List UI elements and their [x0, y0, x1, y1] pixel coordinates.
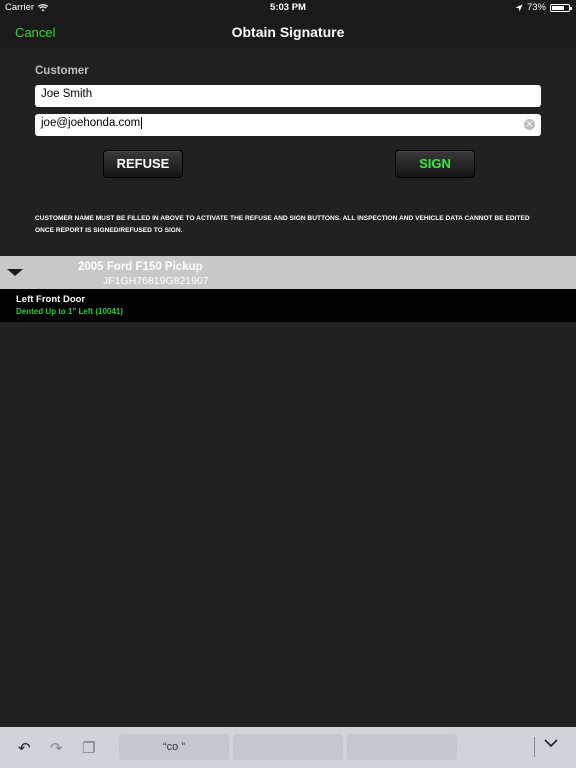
clear-text-icon[interactable]: ✕	[524, 119, 535, 130]
battery-fill	[552, 5, 564, 10]
status-right: 73%	[515, 2, 572, 13]
suggestion-3[interactable]	[347, 734, 457, 760]
status-bar: Carrier 5:03 PM 73%	[0, 0, 576, 16]
vehicle-title: 2005 Ford F150 Pickup	[78, 261, 203, 273]
undo-icon[interactable]: ↶	[18, 739, 31, 757]
damage-description: Dented Up to 1" Left (10041)	[16, 307, 123, 316]
suggestion-1[interactable]: “co ”	[119, 734, 229, 760]
redo-icon[interactable]: ↷	[50, 739, 63, 757]
dismiss-keyboard-icon[interactable]	[543, 737, 559, 749]
customer-email-field[interactable]: joe@joehonda.com ✕	[35, 114, 541, 136]
damage-list-item[interactable]: Left Front Door Dented Up to 1" Left (10…	[0, 289, 576, 322]
damage-location: Left Front Door	[16, 294, 86, 305]
clock: 5:03 PM	[270, 2, 306, 13]
signature-notice: CUSTOMER NAME MUST BE FILLED IN ABOVE TO…	[35, 215, 530, 234]
customer-email-value: joe@joehonda.com	[41, 117, 143, 129]
battery-percent: 73%	[526, 2, 546, 13]
paste-icon[interactable]: ❐	[82, 739, 95, 757]
signature-form: Customer Joe Smith joe@joehonda.com ✕ RE…	[0, 48, 576, 256]
vehicle-vin: JF1GH76819G821907	[103, 275, 209, 287]
sign-button[interactable]: SIGN	[395, 150, 475, 178]
collapse-arrow-icon[interactable]	[7, 269, 23, 276]
vehicle-section-header[interactable]: 2005 Ford F150 Pickup JF1GH76819G821907	[0, 256, 576, 289]
refuse-button[interactable]: REFUSE	[103, 150, 183, 178]
divider	[534, 737, 535, 757]
customer-name-value: Joe Smith	[41, 88, 93, 100]
keyboard-shortcut-bar: ↶ ↷ ❐ “co ”	[0, 727, 576, 768]
customer-name-field[interactable]: Joe Smith	[35, 85, 541, 107]
battery-icon	[550, 3, 572, 12]
suggestion-2[interactable]	[233, 734, 343, 760]
navigation-bar: Cancel Obtain Signature	[0, 16, 576, 48]
page-title: Obtain Signature	[231, 24, 345, 40]
customer-label: Customer	[35, 65, 89, 77]
location-arrow-icon	[515, 4, 523, 11]
